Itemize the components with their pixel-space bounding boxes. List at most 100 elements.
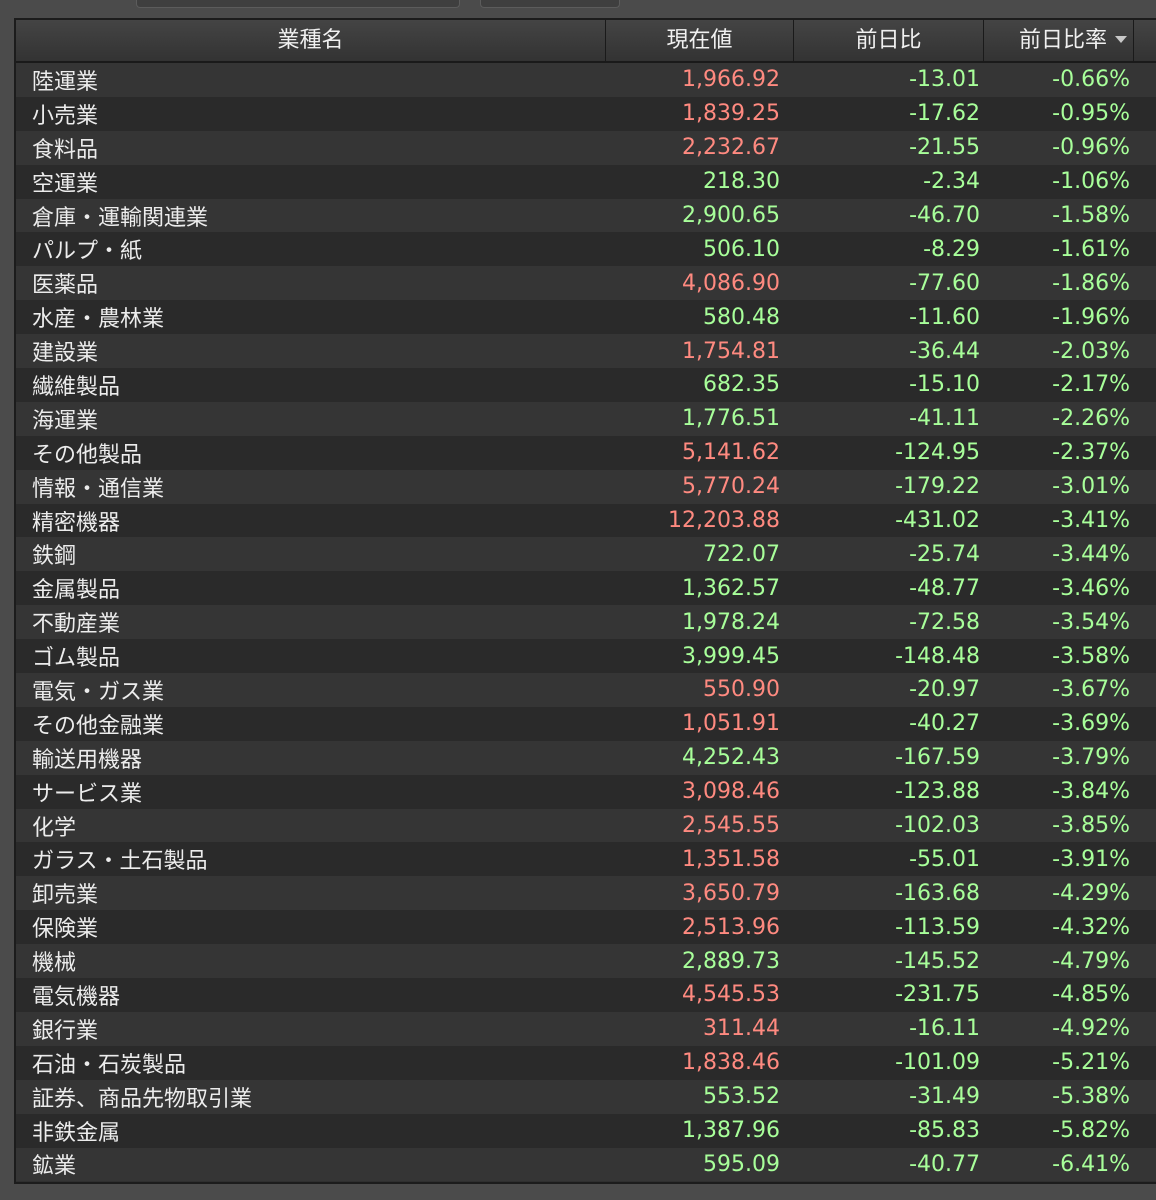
price-change: -40.77 <box>909 1151 980 1177</box>
change-rate: -1.86% <box>1052 270 1130 296</box>
column-header-change[interactable]: 前日比 <box>794 20 984 61</box>
column-header-price[interactable]: 現在値 <box>606 20 794 61</box>
table-row[interactable]: 銀行業 311.44 -16.11 -4.92% <box>16 1011 1156 1046</box>
table-row[interactable]: 化学 2,545.55 -102.03 -3.85% <box>16 808 1156 843</box>
sector-name: 保険業 <box>32 917 99 943</box>
column-header-rate[interactable]: 前日比率 <box>984 20 1134 61</box>
change-rate: -3.44% <box>1052 541 1130 567</box>
current-price: 5,770.24 <box>682 474 780 500</box>
price-change: -21.55 <box>909 135 980 161</box>
change-rate: -1.06% <box>1052 169 1130 195</box>
price-change: -31.49 <box>909 1084 980 1110</box>
sector-name: 陸運業 <box>32 69 99 95</box>
price-change: -102.03 <box>895 813 980 839</box>
price-change: -13.01 <box>909 67 980 93</box>
top-toolbar <box>0 0 1156 18</box>
table-row[interactable]: 倉庫・運輸関連業 2,900.65 -46.70 -1.58% <box>16 198 1156 233</box>
price-change: -72.58 <box>909 609 980 635</box>
table-row[interactable]: 機械 2,889.73 -145.52 -4.79% <box>16 944 1156 979</box>
sector-name: その他製品 <box>32 442 143 468</box>
table-row[interactable]: 水産・農林業 580.48 -11.60 -1.96% <box>16 300 1156 335</box>
column-header-name[interactable]: 業種名 <box>16 20 606 61</box>
current-price: 2,232.67 <box>682 135 780 161</box>
table-row[interactable]: 空運業 218.30 -2.34 -1.06% <box>16 164 1156 199</box>
table-row[interactable]: パルプ・紙 506.10 -8.29 -1.61% <box>16 232 1156 267</box>
toolbar-tab-left[interactable] <box>136 0 460 8</box>
change-rate: -3.84% <box>1052 779 1130 805</box>
price-change: -77.60 <box>909 270 980 296</box>
change-rate: -4.32% <box>1052 914 1130 940</box>
sector-name: その他金融業 <box>32 713 165 739</box>
sector-name: ゴム製品 <box>32 646 121 672</box>
table-row[interactable]: 卸売業 3,650.79 -163.68 -4.29% <box>16 876 1156 911</box>
current-price: 1,351.58 <box>682 846 780 872</box>
table-row[interactable]: 情報・通信業 5,770.24 -179.22 -3.01% <box>16 469 1156 504</box>
table-row[interactable]: ゴム製品 3,999.45 -148.48 -3.58% <box>16 639 1156 674</box>
table-row[interactable]: 証券、商品先物取引業 553.52 -31.49 -5.38% <box>16 1079 1156 1114</box>
table-row[interactable]: サービス業 3,098.46 -123.88 -3.84% <box>16 774 1156 809</box>
sector-name: 金属製品 <box>32 578 121 604</box>
table-row[interactable]: 海運業 1,776.51 -41.11 -2.26% <box>16 401 1156 436</box>
table-row[interactable]: 医薬品 4,086.90 -77.60 -1.86% <box>16 266 1156 301</box>
table-row[interactable]: 小売業 1,839.25 -17.62 -0.95% <box>16 96 1156 131</box>
change-rate: -0.95% <box>1052 101 1130 127</box>
price-change: -231.75 <box>895 982 980 1008</box>
table-row[interactable]: 電気・ガス業 550.90 -20.97 -3.67% <box>16 673 1156 707</box>
current-price: 1,839.25 <box>682 101 780 127</box>
sector-name: 空運業 <box>32 171 99 197</box>
table-row[interactable]: 輸送用機器 4,252.43 -167.59 -3.79% <box>16 740 1156 775</box>
sector-name: 銀行業 <box>32 1018 99 1044</box>
table-row[interactable]: 食料品 2,232.67 -21.55 -0.96% <box>16 130 1156 165</box>
current-price: 2,513.96 <box>682 914 780 940</box>
current-price: 1,978.24 <box>682 609 780 635</box>
price-change: -145.52 <box>895 948 980 974</box>
sort-descending-icon[interactable] <box>1115 35 1127 43</box>
column-header-spacer <box>1134 20 1156 61</box>
current-price: 550.90 <box>703 677 780 703</box>
table-row[interactable]: 鉱業 595.09 -40.77 -6.41% <box>16 1147 1156 1182</box>
price-change: -41.11 <box>909 406 980 432</box>
table-row[interactable]: 鉄鋼 722.07 -25.74 -3.44% <box>16 537 1156 572</box>
table-row[interactable]: 建設業 1,754.81 -36.44 -2.03% <box>16 334 1156 369</box>
sector-name: 機械 <box>32 951 77 977</box>
current-price: 595.09 <box>703 1151 780 1177</box>
price-change: -11.60 <box>909 304 980 330</box>
change-rate: -3.91% <box>1052 846 1130 872</box>
sector-name: 倉庫・運輸関連業 <box>32 205 209 231</box>
change-rate: -3.67% <box>1052 677 1130 703</box>
toolbar-tab-right[interactable] <box>480 0 620 8</box>
table-row[interactable]: その他金融業 1,051.91 -40.27 -3.69% <box>16 706 1156 741</box>
sector-name: 食料品 <box>32 137 99 163</box>
change-rate: -3.58% <box>1052 643 1130 669</box>
current-price: 2,889.73 <box>682 948 780 974</box>
sector-name: 水産・農林業 <box>32 307 165 333</box>
table-row[interactable]: 非鉄金属 1,387.96 -85.83 -5.82% <box>16 1113 1156 1148</box>
table-row[interactable]: ガラス・土石製品 1,351.58 -55.01 -3.91% <box>16 842 1156 877</box>
table-row[interactable]: 電気機器 4,545.53 -231.75 -4.85% <box>16 978 1156 1012</box>
table-row[interactable]: 不動産業 1,978.24 -72.58 -3.54% <box>16 605 1156 640</box>
table-row[interactable]: 金属製品 1,362.57 -48.77 -3.46% <box>16 571 1156 606</box>
change-rate: -3.79% <box>1052 745 1130 771</box>
table-row[interactable]: 陸運業 1,966.92 -13.01 -0.66% <box>16 63 1156 97</box>
sector-name: 建設業 <box>32 341 99 367</box>
table-body: 陸運業 1,966.92 -13.01 -0.66% 小売業 1,839.25 -17.62… <box>16 63 1156 1182</box>
table-row[interactable]: 保険業 2,513.96 -113.59 -4.32% <box>16 910 1156 945</box>
current-price: 2,545.55 <box>682 813 780 839</box>
price-change: -113.59 <box>895 914 980 940</box>
change-rate: -5.82% <box>1052 1118 1130 1144</box>
table-row[interactable]: 石油・石炭製品 1,838.46 -101.09 -5.21% <box>16 1045 1156 1080</box>
table-row[interactable]: その他製品 5,141.62 -124.95 -2.37% <box>16 435 1156 470</box>
change-rate: -3.41% <box>1052 508 1130 534</box>
current-price: 5,141.62 <box>682 440 780 466</box>
sector-name: 医薬品 <box>32 273 99 299</box>
price-change: -16.11 <box>909 1016 980 1042</box>
price-change: -179.22 <box>895 474 980 500</box>
table-row[interactable]: 精密機器 12,203.88 -431.02 -3.41% <box>16 503 1156 538</box>
current-price: 311.44 <box>703 1016 780 1042</box>
change-rate: -5.38% <box>1052 1084 1130 1110</box>
table-row[interactable]: 繊維製品 682.35 -15.10 -2.17% <box>16 368 1156 402</box>
current-price: 1,966.92 <box>682 67 780 93</box>
column-header-rate-label: 前日比率 <box>1018 28 1107 53</box>
sector-name: 証券、商品先物取引業 <box>32 1086 253 1112</box>
sector-name: 非鉄金属 <box>32 1120 121 1146</box>
